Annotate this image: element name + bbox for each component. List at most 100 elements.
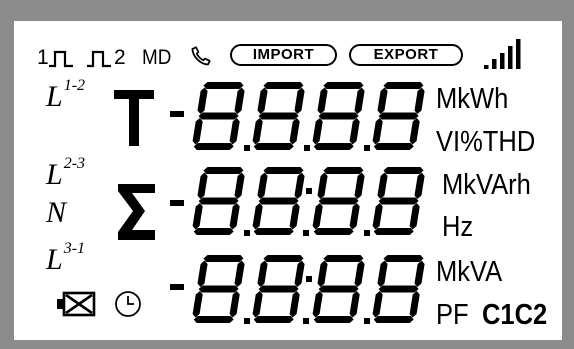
digit-3 bbox=[312, 82, 365, 150]
decimal-point bbox=[244, 145, 250, 151]
segment-b bbox=[414, 87, 425, 114]
segment-c bbox=[229, 291, 240, 318]
digit-4 bbox=[372, 167, 425, 235]
battery-crossed-icon bbox=[57, 291, 96, 317]
segment-b bbox=[354, 87, 365, 114]
segment-a bbox=[323, 167, 364, 174]
phase-label-n: N bbox=[46, 196, 67, 229]
segment-d bbox=[193, 228, 234, 235]
segment-f bbox=[197, 87, 208, 114]
segment-e bbox=[252, 203, 263, 230]
segment-e bbox=[372, 291, 383, 318]
segment-d bbox=[193, 316, 234, 323]
segment-b bbox=[354, 260, 365, 287]
segment-e bbox=[372, 118, 383, 145]
unit-mkwh: MkWh bbox=[436, 83, 509, 115]
segment-c bbox=[349, 203, 360, 230]
segment-f bbox=[317, 87, 328, 114]
unit-pf: PF bbox=[436, 299, 469, 331]
phase-label-l23: L2-3 bbox=[46, 155, 86, 191]
export-indicator: EXPORT bbox=[349, 44, 463, 66]
segment-c bbox=[409, 118, 420, 145]
decimal-point bbox=[244, 230, 250, 236]
segment-d bbox=[313, 143, 354, 150]
colon-dot bbox=[306, 276, 312, 282]
segment-c bbox=[349, 291, 360, 318]
segment-e bbox=[252, 291, 263, 318]
unit-vi-thd: VI%THD bbox=[436, 126, 536, 158]
segment-e bbox=[192, 291, 203, 318]
segment-f bbox=[377, 172, 388, 199]
segment-g bbox=[258, 285, 299, 293]
total-symbol: T bbox=[114, 90, 154, 146]
segment-c bbox=[289, 118, 300, 145]
segment-g bbox=[258, 112, 299, 120]
segment-f bbox=[257, 87, 268, 114]
colon-dot bbox=[303, 318, 309, 324]
pulse-icon bbox=[87, 50, 111, 68]
segment-e bbox=[312, 118, 323, 145]
phase-label-l12: L1-2 bbox=[46, 77, 86, 113]
reading-row-2 bbox=[170, 167, 425, 236]
segment-b bbox=[294, 260, 305, 287]
decimal-point bbox=[244, 318, 250, 324]
segment-a bbox=[263, 82, 304, 89]
segment-g bbox=[198, 285, 239, 293]
unit-mkvarh: MkVArh bbox=[442, 169, 531, 201]
digit-2 bbox=[252, 255, 305, 323]
segment-a bbox=[263, 167, 304, 174]
segment-b bbox=[234, 87, 245, 114]
clock-icon bbox=[115, 291, 141, 317]
md-indicator: MD bbox=[142, 46, 172, 69]
segment-b bbox=[414, 172, 425, 199]
phase-label-l31: L3-1 bbox=[46, 240, 86, 276]
segment-f bbox=[317, 172, 328, 199]
segment-g bbox=[318, 285, 359, 293]
segment-f bbox=[257, 260, 268, 287]
segment-f bbox=[317, 260, 328, 287]
decimal-point bbox=[364, 145, 370, 151]
colon-dot bbox=[303, 230, 309, 236]
decimal-point bbox=[364, 230, 370, 236]
segment-e bbox=[252, 118, 263, 145]
segment-c bbox=[289, 291, 300, 318]
segment-d bbox=[373, 143, 414, 150]
segment-a bbox=[383, 82, 424, 89]
segment-b bbox=[294, 87, 305, 114]
segment-g bbox=[378, 197, 419, 205]
segment-f bbox=[197, 172, 208, 199]
segment-g bbox=[258, 197, 299, 205]
segment-d bbox=[313, 316, 354, 323]
pulse2-label: 2 bbox=[114, 46, 126, 69]
segment-g bbox=[318, 112, 359, 120]
signal-bars-icon bbox=[484, 39, 521, 69]
segment-e bbox=[192, 203, 203, 230]
digit-4 bbox=[372, 82, 425, 150]
segment-d bbox=[373, 228, 414, 235]
reading-row-1 bbox=[170, 82, 425, 151]
sum-symbol: Σ bbox=[117, 182, 155, 240]
segment-b bbox=[234, 172, 245, 199]
segment-d bbox=[313, 228, 354, 235]
segment-c bbox=[349, 118, 360, 145]
unit-c1c2: C1C2 bbox=[482, 299, 548, 331]
segment-c bbox=[289, 203, 300, 230]
digit-2 bbox=[252, 82, 305, 150]
segment-g bbox=[198, 112, 239, 120]
segment-b bbox=[234, 260, 245, 287]
segment-c bbox=[409, 203, 420, 230]
decimal-point bbox=[364, 318, 370, 324]
segment-a bbox=[203, 255, 244, 262]
unit-hz: Hz bbox=[442, 211, 474, 243]
segment-b bbox=[294, 172, 305, 199]
svg-text:Σ: Σ bbox=[117, 182, 118, 184]
segment-a bbox=[383, 167, 424, 174]
segment-d bbox=[193, 143, 234, 150]
segment-f bbox=[257, 172, 268, 199]
segment-d bbox=[253, 143, 294, 150]
phone-icon bbox=[191, 46, 211, 66]
segment-c bbox=[229, 118, 240, 145]
reading-row-3 bbox=[170, 255, 425, 324]
segment-a bbox=[383, 255, 424, 262]
segment-e bbox=[372, 203, 383, 230]
